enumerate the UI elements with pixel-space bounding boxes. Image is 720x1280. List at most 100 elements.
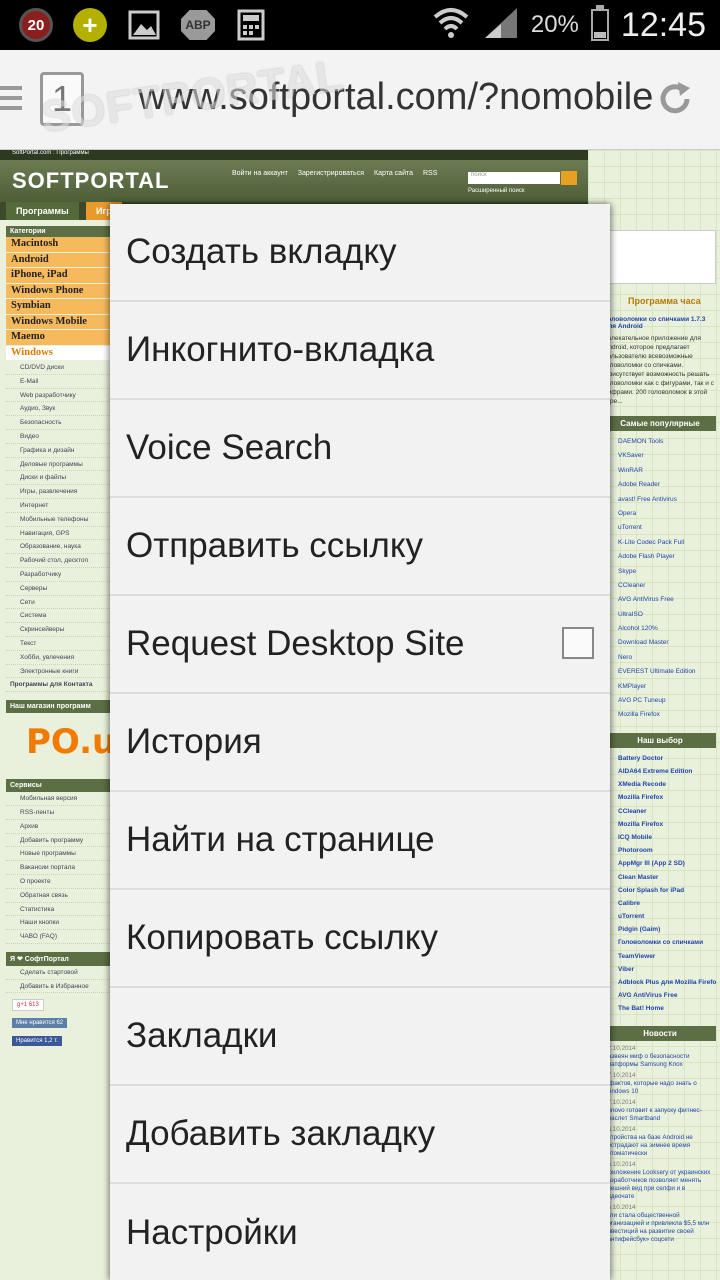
site-logo[interactable]: SOFTPORTAL — [12, 168, 169, 194]
category-item[interactable]: Скринсейверы — [6, 623, 110, 637]
popular-item[interactable]: DAEMON Tools — [604, 435, 716, 449]
category-item[interactable]: Навигация, GPS — [6, 527, 110, 541]
contacts-link[interactable]: Программы для Контакта — [6, 678, 110, 693]
news-title[interactable]: Шли стала общественной организацией и пр… — [604, 1212, 709, 1243]
os-category-item[interactable]: Macintosh — [6, 237, 110, 253]
service-item[interactable]: Вакансии портала — [6, 861, 110, 875]
nav-tab-programs[interactable]: Программы — [6, 202, 79, 220]
popular-item[interactable]: WinRAR — [604, 464, 716, 478]
choice-item[interactable]: Adblock Plus для Mozilla Firefox — [604, 976, 716, 989]
popular-item[interactable]: KMPlayer — [604, 680, 716, 694]
category-item[interactable]: Разработчику — [6, 568, 110, 582]
menu-history[interactable]: История — [110, 694, 610, 792]
category-item[interactable]: Аудио, Звук — [6, 402, 110, 417]
menu-copy-link[interactable]: Копировать ссылку — [110, 890, 610, 988]
add-favorites-link[interactable]: Добавить в Избранное — [6, 980, 110, 994]
sitemap-link[interactable]: Карта сайта — [374, 170, 413, 177]
news-title[interactable]: 8 фактов, которые надо знать о Windows 1… — [604, 1080, 697, 1095]
popular-item[interactable]: uTorrent — [604, 521, 716, 535]
os-category-item[interactable]: Maemo — [6, 330, 110, 346]
news-item[interactable]: 27.10.2014 Развеян миф о безопасности пла… — [604, 1045, 716, 1069]
choice-item[interactable]: Battery Doctor — [604, 752, 716, 765]
os-category-item[interactable]: Symbian — [6, 299, 110, 315]
choice-item[interactable]: AIDA64 Extreme Edition — [604, 765, 716, 778]
news-item[interactable]: 26.10.2014 Устройства на базе Android не … — [604, 1126, 716, 1158]
choice-item[interactable]: AVG AntiVirus Free — [604, 989, 716, 1002]
site-search-input[interactable]: поиск — [468, 172, 560, 184]
menu-bookmarks[interactable]: Закладки — [110, 988, 610, 1086]
shop-logo[interactable]: PO.u — [6, 713, 116, 771]
category-item[interactable]: Деловые программы — [6, 458, 110, 472]
choice-item[interactable]: uTorrent — [604, 910, 716, 923]
category-item[interactable]: Образование, наука — [6, 540, 110, 555]
popular-item[interactable]: Alcohol 120% — [604, 622, 716, 636]
category-item[interactable]: Мобильные телефоны — [6, 513, 110, 527]
category-item[interactable]: Рабочий стол, десктоп — [6, 554, 110, 568]
menu-share-link[interactable]: Отправить ссылку — [110, 498, 610, 596]
register-link[interactable]: Зарегистрироваться — [298, 170, 364, 177]
category-item[interactable]: Безопасность — [6, 416, 110, 430]
service-item[interactable]: О проекте — [6, 875, 110, 889]
news-item[interactable]: 27.10.2014 8 фактов, которые надо знать о… — [604, 1072, 716, 1096]
category-item[interactable]: Текст — [6, 637, 110, 651]
service-item[interactable]: Новые программы — [6, 847, 110, 862]
fb-like-button[interactable]: Нравится 1,2 т. — [12, 1036, 62, 1047]
menu-add-bookmark[interactable]: Добавить закладку — [110, 1086, 610, 1184]
news-item[interactable]: 27.10.2014 Lenovo готовит к запуску фитне… — [604, 1099, 716, 1123]
category-item[interactable]: Сети — [6, 596, 110, 610]
choice-item[interactable]: Viber — [604, 963, 716, 976]
desktop-site-checkbox[interactable] — [562, 627, 594, 659]
menu-new-tab[interactable]: Создать вкладку — [110, 204, 610, 302]
service-item[interactable]: Добавить программу — [6, 834, 110, 848]
set-homepage-link[interactable]: Сделать стартовой — [6, 966, 110, 980]
news-item[interactable]: 26.10.2014 Приложение Looksery от украинс… — [604, 1161, 716, 1201]
news-item[interactable]: 26.10.2014 Шли стала общественной организ… — [604, 1204, 716, 1244]
popular-item[interactable]: K-Lite Codec Pack Full — [604, 536, 716, 550]
service-item[interactable]: Наши кнопки — [6, 916, 110, 931]
url-field[interactable]: www.softportal.com/?nomobile — [138, 76, 653, 119]
service-item[interactable]: Обратная связь — [6, 889, 110, 903]
choice-item[interactable]: Clean Master — [604, 871, 716, 884]
choice-item[interactable]: XMedia Recode — [604, 778, 716, 791]
popular-item[interactable]: Adobe Reader — [604, 478, 716, 492]
vk-like-button[interactable]: Мне нравится 62 — [12, 1018, 68, 1029]
os-category-item[interactable]: Android — [6, 252, 110, 268]
choice-item[interactable]: Photoroom — [604, 844, 716, 857]
category-item[interactable]: Система — [6, 609, 110, 624]
reload-icon[interactable] — [656, 80, 694, 118]
service-item[interactable]: Статистика — [6, 903, 110, 917]
choice-item[interactable]: Calibre — [604, 897, 716, 910]
choice-item[interactable]: AppMgr III (App 2 SD) — [604, 857, 716, 870]
choice-item[interactable]: Color Splash for iPad — [604, 884, 716, 897]
login-link[interactable]: Войти на аккаунт — [232, 170, 288, 177]
menu-incognito-tab[interactable]: Инкогнито-вкладка — [110, 302, 610, 400]
service-item[interactable]: RSS-ленты — [6, 806, 110, 820]
category-item[interactable]: Графика и дизайн — [6, 444, 110, 458]
os-category-item[interactable]: Windows — [6, 345, 110, 361]
category-item[interactable]: CD/DVD диски — [6, 361, 110, 375]
popular-item[interactable]: Opera — [604, 507, 716, 521]
popular-item[interactable]: VKSaver — [604, 449, 716, 463]
choice-item[interactable]: Mozilla Firefox — [604, 818, 716, 831]
choice-item[interactable]: Pidgin (Gaim) — [604, 923, 716, 936]
service-item[interactable]: Мобильная версия — [6, 792, 110, 806]
category-item[interactable]: Игры, развлечения — [6, 485, 110, 499]
popular-item[interactable]: Download Master — [604, 636, 716, 650]
choice-item[interactable]: Головоломки со спичками — [604, 936, 716, 949]
category-item[interactable]: Интернет — [6, 499, 110, 513]
menu-find-in-page[interactable]: Найти на странице — [110, 792, 610, 890]
service-item[interactable]: Архив — [6, 820, 110, 834]
menu-voice-search[interactable]: Voice Search — [110, 400, 610, 498]
os-category-item[interactable]: iPhone, iPad — [6, 268, 110, 284]
os-category-item[interactable]: Windows Mobile — [6, 314, 110, 330]
popular-item[interactable]: Skype — [604, 565, 716, 579]
category-item[interactable]: Видео — [6, 430, 110, 444]
menu-request-desktop-site[interactable]: Request Desktop Site — [110, 596, 610, 694]
popular-item[interactable]: CCleaner — [604, 579, 716, 593]
choice-item[interactable]: ICQ Mobile — [604, 831, 716, 844]
category-item[interactable]: Хобби, увлечения — [6, 651, 110, 665]
category-item[interactable]: Web разработчику — [6, 389, 110, 403]
news-title[interactable]: Lenovo готовит к запуску фитнес-браслет … — [604, 1107, 702, 1122]
os-category-item[interactable]: Windows Phone — [6, 283, 110, 299]
gplus-button[interactable]: g+1 613 — [12, 999, 44, 1012]
